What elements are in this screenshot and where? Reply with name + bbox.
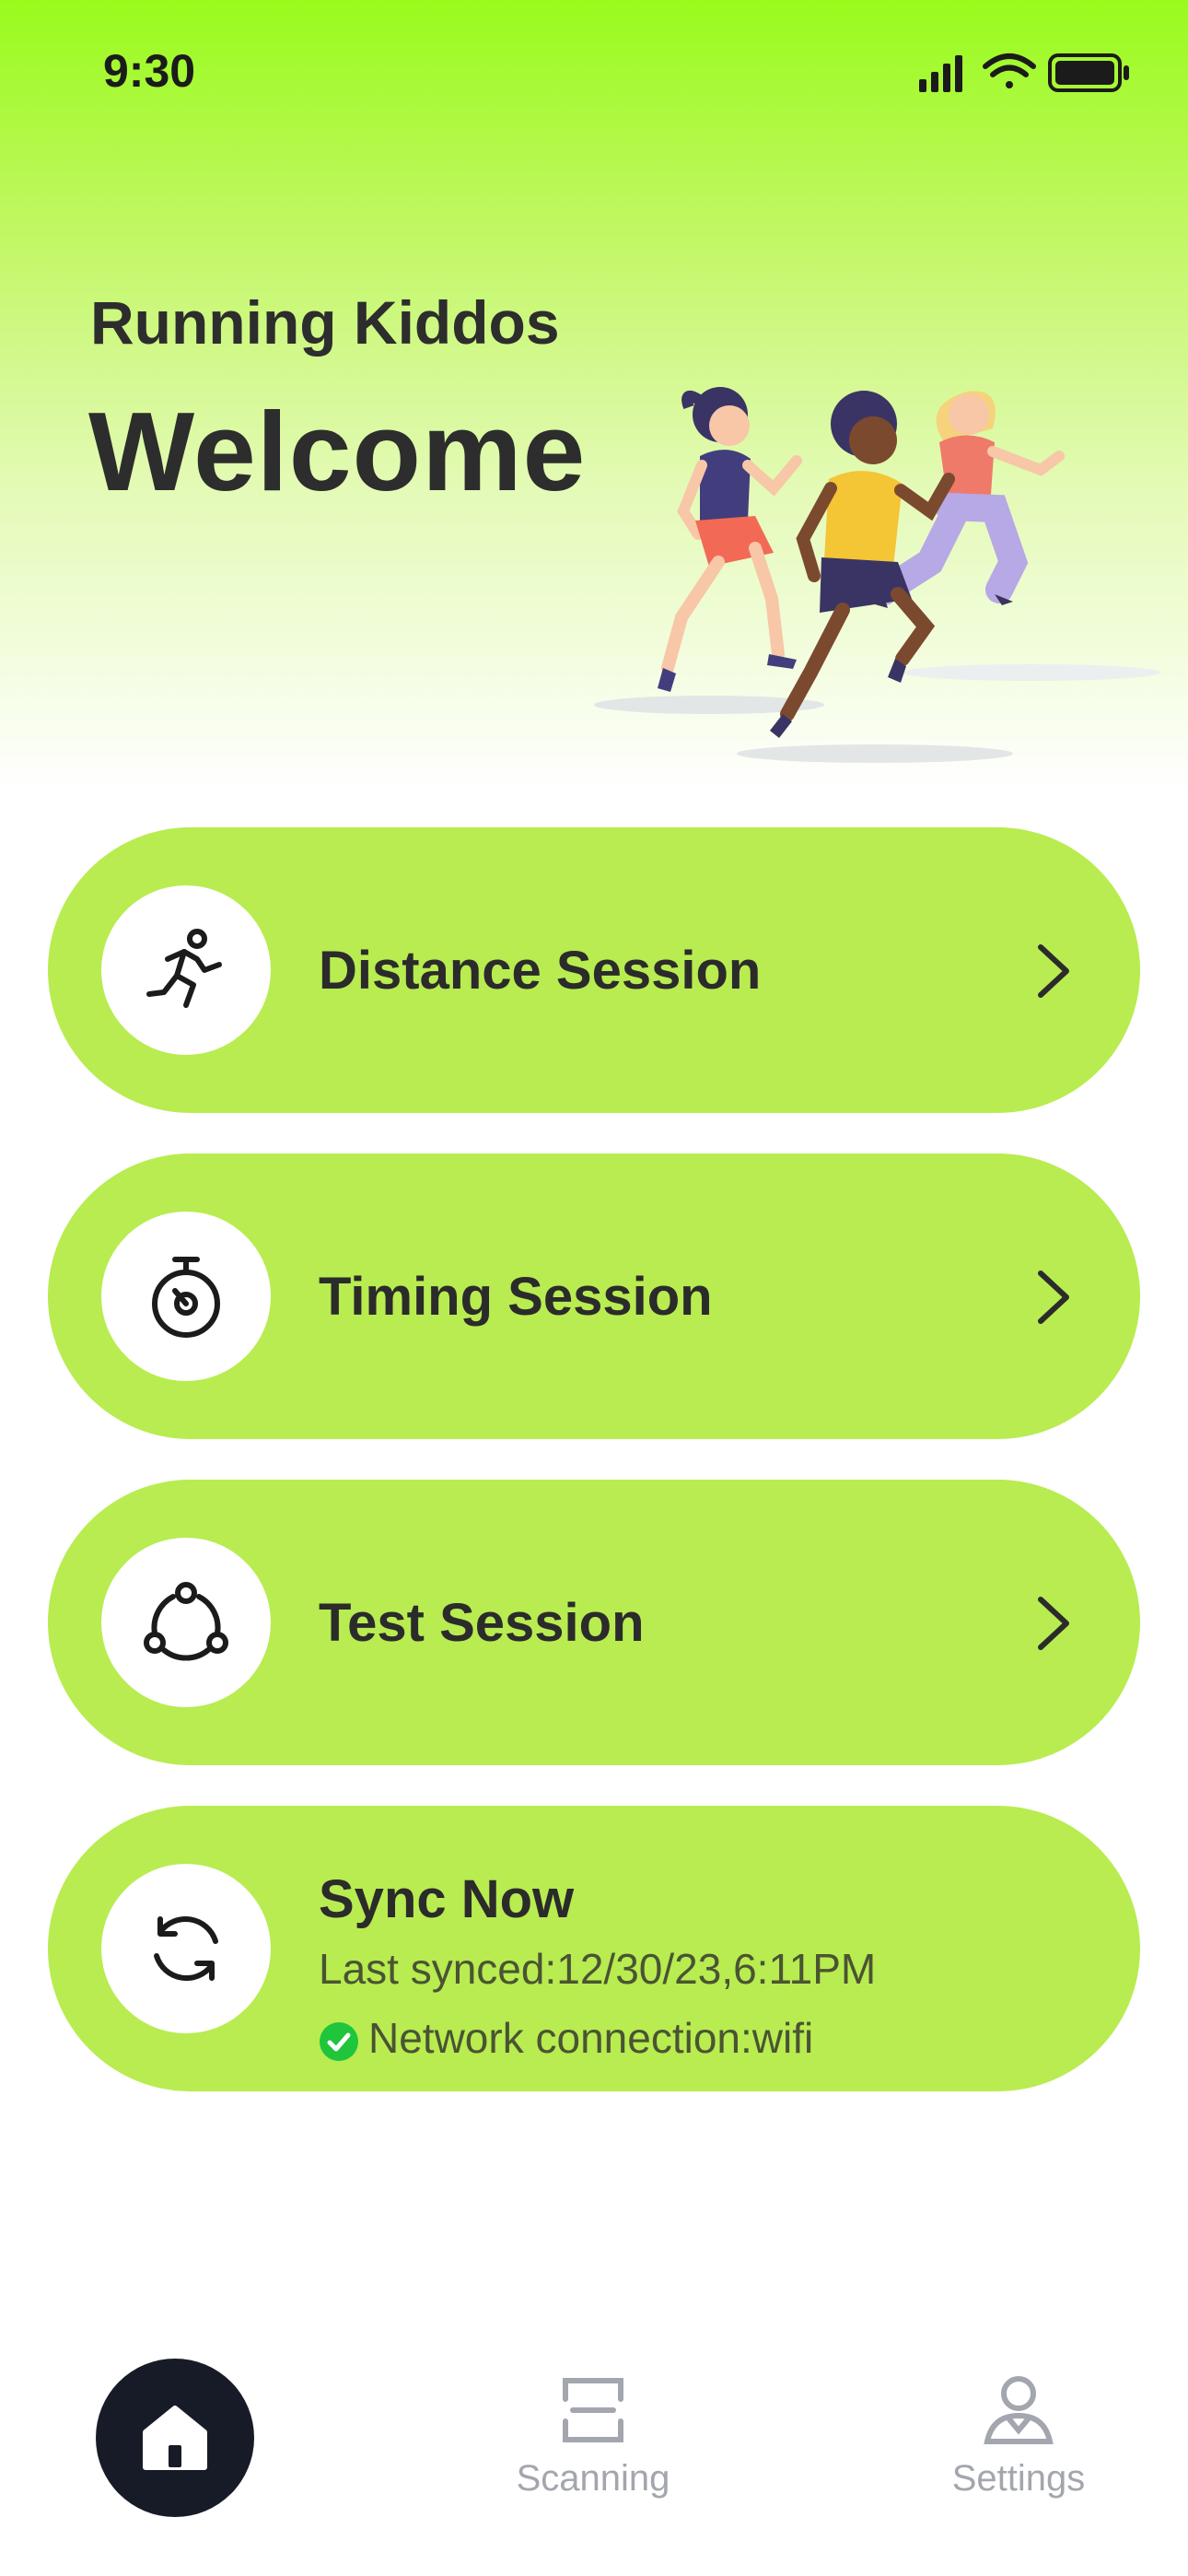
distance-session-card[interactable]: Distance Session: [48, 827, 1140, 1113]
app-brand: Running Kiddos: [90, 288, 560, 357]
status-bar: 9:30: [0, 0, 1188, 147]
sync-icon: [154, 1916, 218, 1981]
runner-icon: [146, 929, 222, 1008]
chevron-right-icon: [1038, 944, 1069, 998]
distance-icon-circle: [101, 885, 271, 1055]
network-status-text: Network connection:wifi: [368, 2014, 814, 2062]
last-synced-text: Last synced:12/30/23,6:11PM: [319, 1945, 877, 1993]
bottom-tab-bar: Scanning Settings: [0, 2322, 1188, 2576]
distance-session-label: Distance Session: [319, 941, 762, 1001]
running-kids-illustration: [594, 387, 1160, 763]
stopwatch-icon: [152, 1257, 220, 1338]
tab-settings[interactable]: Settings: [899, 2373, 1138, 2500]
nodes-cycle-icon: [144, 1582, 228, 1661]
tab-settings-label: Settings: [951, 2458, 1086, 2499]
chevron-right-icon: [1038, 1270, 1069, 1324]
sync-card[interactable]: Sync Now Last synced:12/30/23,6:11PM Net…: [48, 1806, 1140, 2091]
test-icon-circle: [101, 1538, 271, 1707]
test-session-card[interactable]: Test Session: [48, 1480, 1140, 1765]
tab-scanning-label: Scanning: [516, 2458, 670, 2499]
test-session-label: Test Session: [319, 1593, 645, 1653]
status-icons: [919, 53, 1129, 92]
check-circle-icon: [320, 2021, 358, 2061]
tab-home[interactable]: [96, 2359, 254, 2517]
signal-icon: [919, 55, 962, 92]
welcome-title: Welcome: [88, 389, 587, 514]
sync-title: Sync Now: [319, 1869, 575, 1929]
person-icon: [984, 2376, 1054, 2444]
battery-icon: [1048, 53, 1129, 92]
timing-session-card[interactable]: Timing Session: [48, 1153, 1140, 1439]
sync-icon-circle: [101, 1864, 271, 2033]
timing-session-label: Timing Session: [319, 1267, 713, 1327]
wifi-icon: [983, 53, 1036, 88]
home-icon: [143, 2406, 207, 2470]
chevron-right-icon: [1038, 1597, 1069, 1650]
network-status: Network connection:wifi: [319, 2013, 813, 2063]
status-time: 9:30: [103, 45, 196, 97]
scan-icon: [563, 2378, 623, 2442]
timing-icon-circle: [101, 1212, 271, 1381]
tab-scanning[interactable]: Scanning: [473, 2373, 713, 2500]
